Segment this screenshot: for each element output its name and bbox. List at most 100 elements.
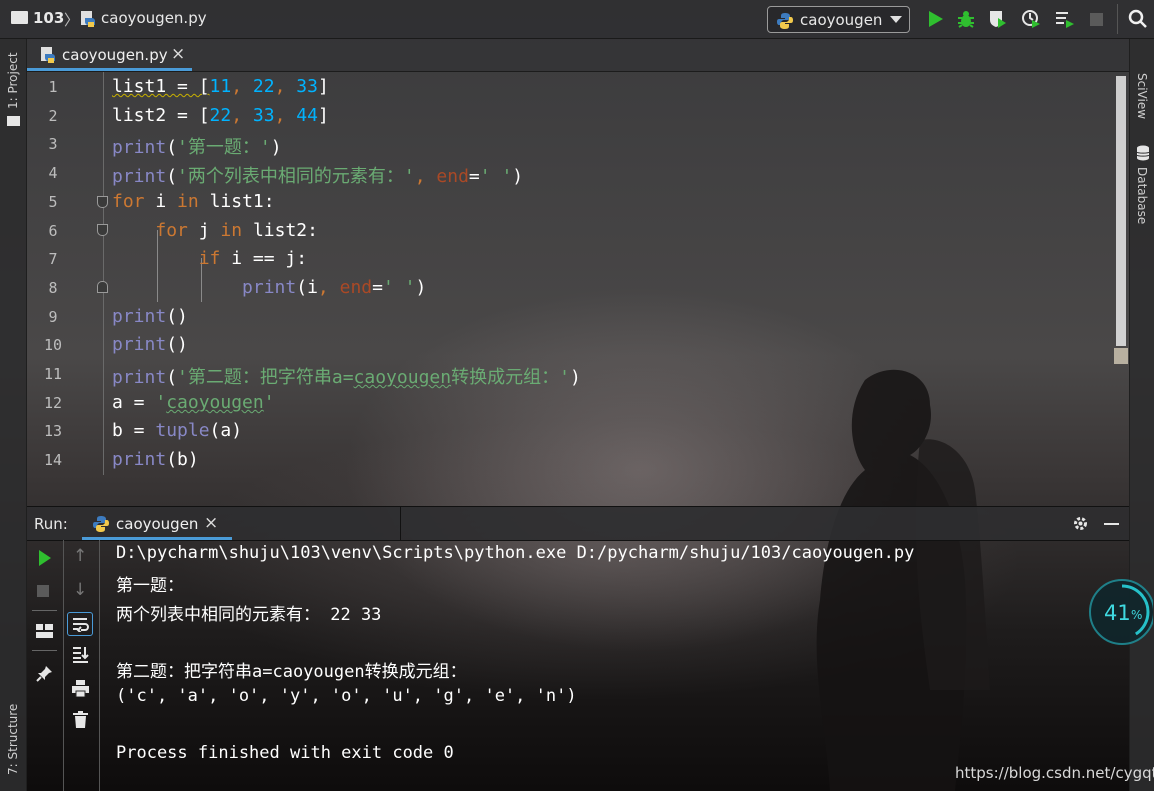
run-configuration-label: caoyougen (800, 11, 883, 29)
concurrency-diagram-icon[interactable] (1055, 9, 1075, 29)
console-line: Process finished with exit code 0 (116, 743, 454, 763)
left-tool-window-strip: 1: Project 7: Structure (0, 39, 27, 791)
fold-marker-icon[interactable] (97, 224, 108, 236)
up-arrow-icon[interactable]: ↑ (73, 546, 87, 566)
line-number: 10 (43, 336, 63, 354)
database-tool-window-button[interactable]: Database (1135, 167, 1149, 224)
chevron-right-icon: 〉 (64, 11, 80, 29)
python-icon (777, 13, 793, 29)
line-number: 12 (43, 394, 63, 412)
python-file-icon (81, 11, 95, 27)
watermark-text: https://blog.csdn.net/cygqtt (955, 764, 1154, 782)
navigation-toolbar: 103 〉 caoyougen.py caoyougen (0, 0, 1154, 39)
run-configuration-select[interactable]: caoyougen (767, 6, 910, 33)
code-line-7: if i == j: (198, 248, 308, 269)
gauge-value: 41 (1104, 601, 1131, 625)
line-number: 1 (48, 78, 58, 96)
toolbar-divider (1117, 4, 1118, 34)
toolbar-separator (32, 650, 57, 651)
fold-marker-icon[interactable] (97, 281, 108, 293)
line-number: 4 (48, 164, 58, 182)
close-tab-icon[interactable]: × (171, 44, 185, 64)
debug-bug-icon[interactable] (956, 9, 976, 29)
toolbar-separator (32, 610, 57, 611)
fold-marker-icon[interactable] (97, 196, 108, 208)
run-icon[interactable] (926, 9, 946, 29)
print-icon[interactable] (72, 680, 89, 697)
line-number: 7 (48, 250, 58, 268)
right-tool-window-strip: SciView Database (1129, 39, 1154, 791)
line-number: 6 (48, 222, 58, 240)
run-panel-label: Run: (34, 515, 68, 533)
code-line-10: print() (112, 334, 188, 355)
down-arrow-icon[interactable]: ↓ (73, 580, 87, 600)
stop-icon[interactable] (37, 585, 49, 597)
line-number: 5 (48, 193, 58, 211)
folder-icon (11, 11, 28, 24)
active-tab-indicator (27, 68, 192, 71)
code-line-11: print('第二题：把字符串a=caoyougen转换成元组：') (112, 367, 581, 388)
editor-tab-caoyougen[interactable]: caoyougen.py × (27, 39, 192, 71)
code-line-4: print('两个列表中相同的元素有：', end=' ') (112, 166, 524, 187)
console-line: 两个列表中相同的元素有： 22 33 (116, 605, 382, 625)
line-number: 9 (48, 308, 58, 326)
layout-icon[interactable] (36, 624, 53, 638)
line-number: 3 (48, 135, 58, 153)
run-tab-label: caoyougen (116, 515, 199, 533)
rerun-icon[interactable] (37, 549, 53, 567)
run-header-divider (400, 507, 401, 540)
soft-wrap-icon[interactable] (67, 612, 93, 636)
code-line-9: print() (112, 306, 188, 327)
gear-icon[interactable] (1072, 515, 1089, 532)
code-line-13: b = tuple(a) (112, 420, 243, 441)
console-line: 第二题：把字符串a=caoyougen转换成元组： (116, 662, 467, 682)
editor-scrollbar-marker (1114, 348, 1128, 364)
breadcrumb-file[interactable]: caoyougen.py (101, 9, 207, 27)
run-tab-caoyougen[interactable]: caoyougen × (82, 507, 232, 540)
python-icon (93, 516, 109, 532)
minimize-icon[interactable] (1104, 523, 1119, 525)
line-number: 14 (43, 451, 63, 469)
line-number: 11 (43, 365, 63, 383)
structure-tool-window-button[interactable]: 7: Structure (6, 704, 20, 775)
line-number: 2 (48, 107, 58, 125)
trash-icon[interactable] (73, 711, 88, 728)
console-line: D:\pycharm\shuju\103\venv\Scripts\python… (116, 543, 915, 563)
database-icon (1136, 145, 1150, 161)
scroll-to-end-icon[interactable] (72, 646, 89, 663)
python-file-icon (41, 47, 55, 63)
line-number: 13 (43, 422, 63, 440)
code-editor[interactable]: 1 2 3 4 5 6 7 8 9 10 11 12 13 14 list1 =… (27, 72, 1129, 475)
project-folder-icon (7, 116, 20, 126)
line-number: 8 (48, 279, 58, 297)
profile-icon[interactable] (1021, 9, 1041, 29)
gutter-divider (103, 72, 104, 475)
run-toolbar-primary (27, 540, 64, 791)
run-with-coverage-icon[interactable] (988, 9, 1008, 29)
cpu-usage-gauge: 41 % (1087, 577, 1154, 647)
project-tool-window-button[interactable]: 1: Project (6, 52, 20, 109)
close-run-tab-icon[interactable]: × (204, 513, 218, 533)
console-line: ('c', 'a', 'o', 'y', 'o', 'u', 'g', 'e',… (116, 686, 577, 706)
editor-scrollbar-thumb[interactable] (1116, 76, 1126, 346)
code-line-8: print(i, end=' ') (242, 277, 427, 298)
code-line-3: print('第一题：') (112, 137, 282, 158)
run-tool-window-header: Run: caoyougen × (27, 506, 1129, 541)
editor-tab-bar: caoyougen.py × (27, 39, 1129, 72)
active-tab-indicator (82, 537, 232, 540)
sciview-tool-window-button[interactable]: SciView (1135, 73, 1149, 119)
code-line-12: a = 'caoyougen' (112, 392, 275, 413)
gauge-unit: % (1131, 608, 1143, 622)
code-line-6: for j in list2: (155, 220, 318, 241)
code-line-14: print(b) (112, 449, 199, 470)
chevron-down-icon (890, 16, 902, 23)
search-icon[interactable] (1128, 9, 1148, 29)
code-line-5: for i in list1: (112, 191, 275, 212)
code-line-2: list2 = [22, 33, 44] (112, 105, 329, 126)
breadcrumb-project[interactable]: 103 (33, 9, 64, 27)
stop-icon[interactable] (1090, 13, 1103, 26)
code-line-1: list1 = [11, 22, 33] (112, 76, 329, 97)
run-toolbar-secondary: ↑ ↓ (63, 540, 100, 791)
pin-icon[interactable] (36, 665, 53, 682)
editor-tab-label: caoyougen.py (62, 46, 168, 64)
